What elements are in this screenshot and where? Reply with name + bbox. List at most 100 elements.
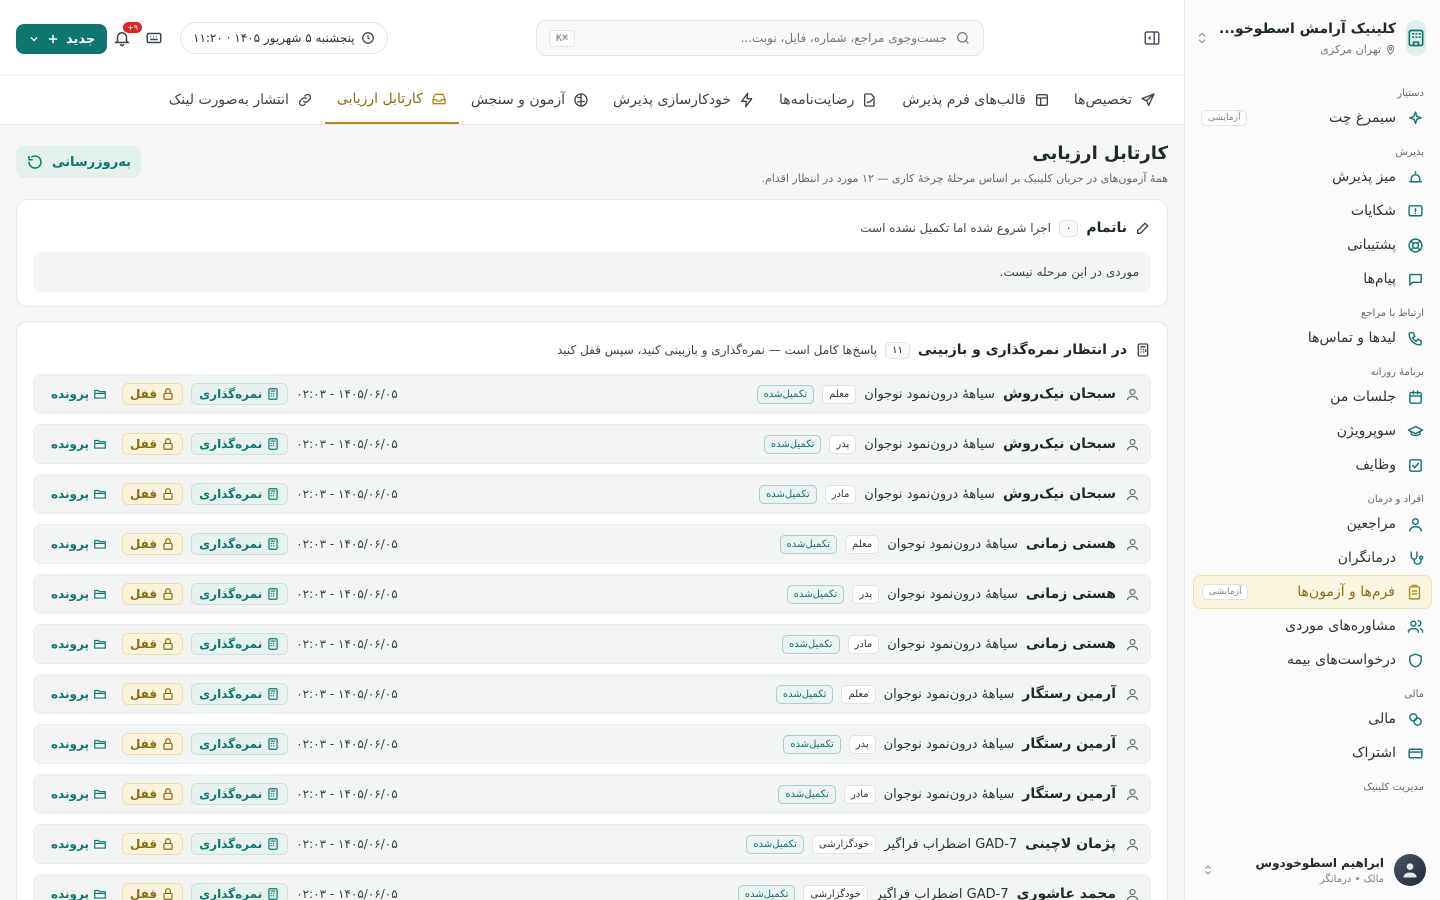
respondent-badge: معلم [845, 534, 880, 554]
sidebar-item[interactable]: پیام‌ها [1193, 262, 1432, 296]
sidebar-item-label: مراجعین [1346, 516, 1396, 532]
keyboard-button[interactable] [142, 26, 166, 50]
sidebar-item[interactable]: سوپرویژن [1193, 414, 1432, 448]
score-button[interactable]: نمره‌گذاری [191, 383, 289, 405]
beta-badge: آزمایشی [1202, 584, 1249, 600]
client-name[interactable]: آرمین رستگار [1022, 686, 1116, 702]
lock-button[interactable]: قفل [121, 883, 184, 900]
lock-button[interactable]: قفل [121, 633, 184, 655]
tab[interactable]: قالب‌های فرم پذیرش [890, 76, 1062, 124]
open-file-button[interactable]: پرونده [44, 484, 114, 504]
sidebar-item[interactable]: وظایف [1193, 448, 1432, 482]
user-menu[interactable]: ابراهیم اسطوخودوس مالک • درمانگر [1184, 840, 1440, 900]
lock-button[interactable]: قفل [121, 683, 184, 705]
tab[interactable]: تخصیص‌ها [1062, 76, 1168, 124]
lock-button[interactable]: قفل [121, 733, 184, 755]
user-name: ابراهیم اسطوخودوس [1255, 855, 1384, 870]
client-name[interactable]: سبحان نیک‌روش [1003, 486, 1116, 502]
open-file-button[interactable]: پرونده [44, 384, 114, 404]
sidebar-item[interactable]: اشتراک [1193, 736, 1432, 770]
sidebar-item[interactable]: شکایات [1193, 194, 1432, 228]
open-file-button[interactable]: پرونده [44, 834, 114, 854]
assessment-row[interactable]: سبحان نیک‌روش سیاههٔ درون‌نمود نوجوان معلم… [33, 374, 1151, 414]
client-name[interactable]: آرمین رستگار [1022, 786, 1116, 802]
chevrons-updown-icon[interactable] [1195, 31, 1209, 45]
sidebar-item[interactable]: سیمرغ چت آزمایشی [1193, 101, 1432, 135]
sidebar-toggle-icon[interactable] [1136, 22, 1168, 54]
tab[interactable]: کارتابل ارزیابی [324, 76, 459, 124]
sidebar-item[interactable]: مالی [1193, 702, 1432, 736]
client-name[interactable]: سبحان نیک‌روش [1003, 386, 1116, 402]
assessment-row[interactable]: هستی زمانی سیاههٔ درون‌نمود نوجوان پدر تکمی… [33, 574, 1151, 614]
score-button[interactable]: نمره‌گذاری [191, 733, 289, 755]
assessment-row[interactable]: سبحان نیک‌روش سیاههٔ درون‌نمود نوجوان پدر ت… [33, 424, 1151, 464]
lock-label: قفل [129, 387, 158, 401]
user-icon [1124, 686, 1140, 702]
lock-button[interactable]: قفل [121, 583, 184, 605]
lock-button[interactable]: قفل [121, 433, 184, 455]
global-search[interactable]: ⌘K [536, 20, 984, 56]
assessment-row[interactable]: هستی زمانی سیاههٔ درون‌نمود نوجوان معلم تکم… [33, 524, 1151, 564]
open-file-button[interactable]: پرونده [44, 434, 114, 454]
notifications-button[interactable]: ۹+ [110, 22, 142, 50]
assessment-row[interactable]: پژمان لاچینی GAD-7 اضطراب فراگیر خودگزارشی… [33, 824, 1151, 864]
tab[interactable]: خودکارسازی پذیرش [601, 76, 767, 124]
open-file-button[interactable]: پرونده [44, 884, 114, 900]
sidebar-item[interactable]: پشتیبانی [1193, 228, 1432, 262]
client-name[interactable]: پژمان لاچینی [1025, 836, 1116, 852]
nav-group-label: دستیار [1397, 88, 1424, 99]
client-name[interactable]: هستی زمانی [1026, 586, 1116, 602]
lock-button[interactable]: قفل [121, 783, 184, 805]
score-button[interactable]: نمره‌گذاری [191, 883, 289, 900]
sidebar-item[interactable]: مراجعین [1193, 507, 1432, 541]
tab[interactable]: رضایت‌نامه‌ها [767, 76, 890, 124]
chevrons-updown-icon[interactable] [1202, 864, 1214, 876]
client-name[interactable]: هستی زمانی [1026, 636, 1116, 652]
assessment-row[interactable]: آرمین رستگار سیاههٔ درون‌نمود نوجوان مادر ت… [33, 774, 1151, 814]
client-name[interactable]: هستی زمانی [1026, 536, 1116, 552]
score-button[interactable]: نمره‌گذاری [191, 633, 289, 655]
incomplete-stage-card: ناتمام ۰ اجرا شروع شده اما تکمیل نشده اس… [16, 199, 1168, 307]
lock-button[interactable]: قفل [121, 483, 184, 505]
client-name[interactable]: محمد عاشوری [1017, 886, 1116, 900]
assessment-row[interactable]: هستی زمانی سیاههٔ درون‌نمود نوجوان مادر تکم… [33, 624, 1151, 664]
assessment-row[interactable]: آرمین رستگار سیاههٔ درون‌نمود نوجوان پدر تک… [33, 724, 1151, 764]
open-file-button[interactable]: پرونده [44, 634, 114, 654]
sidebar-item[interactable]: فرم‌ها و آزمون‌ها آزمایشی [1193, 575, 1432, 609]
new-button[interactable]: جدید [16, 24, 108, 54]
open-file-button[interactable]: پرونده [44, 684, 114, 704]
sidebar-item[interactable]: مشاوره‌های موردی [1193, 609, 1432, 643]
sidebar-item[interactable]: درمانگران [1193, 541, 1432, 575]
open-file-button[interactable]: پرونده [44, 784, 114, 804]
sidebar-item[interactable]: درخواست‌های بیمه [1193, 643, 1432, 677]
lock-button[interactable]: قفل [121, 383, 184, 405]
tab[interactable]: انتشار به‌صورت لینک [157, 76, 325, 124]
client-name[interactable]: آرمین رستگار [1022, 736, 1116, 752]
score-button[interactable]: نمره‌گذاری [191, 583, 289, 605]
lock-button[interactable]: قفل [121, 533, 184, 555]
score-button[interactable]: نمره‌گذاری [191, 433, 289, 455]
sidebar-item[interactable]: میز پذیرش [1193, 160, 1432, 194]
refresh-button[interactable]: به‌روزرسانی [16, 146, 141, 178]
open-file-button[interactable]: پرونده [44, 734, 114, 754]
search-input[interactable] [583, 31, 947, 45]
clinic-switcher[interactable]: کلینیک آرامش اسطوخو... تهران مرکزی [1185, 0, 1440, 76]
score-button[interactable]: نمره‌گذاری [191, 833, 289, 855]
coins-icon [1406, 710, 1424, 728]
score-button[interactable]: نمره‌گذاری [191, 683, 289, 705]
tab[interactable]: آزمون و سنجش [459, 76, 601, 124]
open-file-button[interactable]: پرونده [44, 534, 114, 554]
sidebar-item[interactable]: جلسات من [1193, 380, 1432, 414]
score-button[interactable]: نمره‌گذاری [191, 783, 289, 805]
sidebar-item-label: سیمرغ چت [1329, 110, 1396, 126]
score-button[interactable]: نمره‌گذاری [191, 533, 289, 555]
assessment-row[interactable]: سبحان نیک‌روش سیاههٔ درون‌نمود نوجوان مادر… [33, 474, 1151, 514]
calculator-icon [266, 437, 280, 451]
open-file-button[interactable]: پرونده [44, 584, 114, 604]
lock-button[interactable]: قفل [121, 833, 184, 855]
client-name[interactable]: سبحان نیک‌روش [1003, 436, 1116, 452]
score-button[interactable]: نمره‌گذاری [191, 483, 289, 505]
assessment-row[interactable]: محمد عاشوری GAD-7 اضطراب فراگیر خودگزارشی ت… [33, 874, 1151, 900]
assessment-row[interactable]: آرمین رستگار سیاههٔ درون‌نمود نوجوان معلم ت… [33, 674, 1151, 714]
sidebar-item[interactable]: لیدها و تماس‌ها [1193, 321, 1432, 355]
